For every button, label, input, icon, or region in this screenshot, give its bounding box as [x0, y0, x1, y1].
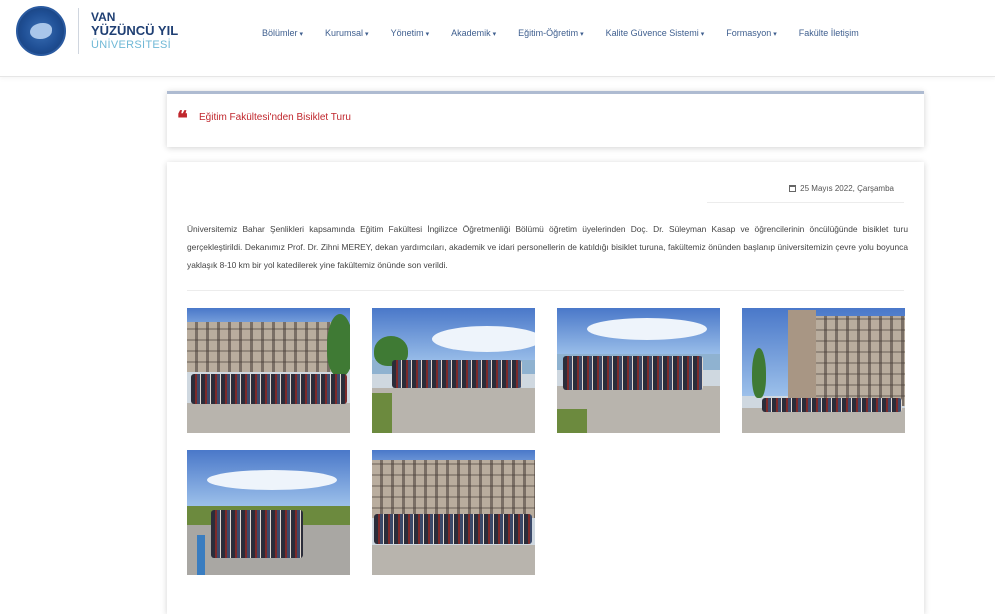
nav-label: Yönetim — [390, 28, 424, 38]
photo-cyclists — [211, 510, 303, 558]
nav-item-kurumsal[interactable]: Kurumsal ▾ — [325, 28, 369, 38]
quote-icon: ❝ — [177, 106, 188, 130]
photo-ground — [372, 545, 535, 575]
gallery-photo-4[interactable] — [742, 308, 905, 433]
photo-tree — [327, 314, 350, 376]
nav-label: Fakülte İletişim — [798, 28, 859, 38]
calendar-icon — [789, 185, 797, 192]
nav-item-yonetim[interactable]: Yönetim ▾ — [391, 28, 430, 38]
photo-barrier — [197, 535, 205, 575]
logo-line-3: ÜNİVERSİTESİ — [91, 39, 172, 51]
photo-ground — [187, 403, 350, 433]
photo-tree — [752, 348, 766, 398]
photo-building — [187, 322, 337, 372]
chevron-down-icon: ▾ — [700, 31, 705, 38]
gallery-photo-6[interactable] — [372, 450, 535, 575]
nav-item-kalite-guvence[interactable]: Kalite Güvence Sistemi ▾ — [606, 28, 705, 38]
nav-item-akademik[interactable]: Akademik ▾ — [451, 28, 496, 38]
logo-divider — [78, 8, 79, 54]
logo-emblem-icon — [16, 6, 66, 56]
photo-crowd — [374, 514, 532, 544]
article-title: Eğitim Fakültesi'nden Bisiklet Turu — [199, 112, 351, 123]
logo-line-1: VAN — [91, 10, 116, 24]
nav-item-bolumler[interactable]: Bölümler ▾ — [262, 28, 303, 38]
photo-grass — [557, 409, 587, 433]
logo-text: VAN YÜZÜNCÜ YIL ÜNİVERSİTESİ — [91, 10, 178, 52]
photo-ground — [372, 388, 535, 433]
nav-label: Formasyon — [726, 28, 772, 38]
photo-crowd — [392, 360, 522, 388]
gallery-photo-3[interactable] — [557, 308, 720, 433]
photo-crowd — [191, 374, 347, 404]
chevron-down-icon: ▾ — [492, 31, 497, 38]
gallery-photo-2[interactable] — [372, 308, 535, 433]
photo-cloud — [432, 326, 535, 352]
chevron-down-icon: ▾ — [299, 31, 304, 38]
article-body: Üniversitemiz Bahar Şenlikleri kapsamınd… — [187, 224, 908, 270]
article-date-text: 25 Mayıs 2022, Çarşamba — [800, 184, 894, 193]
nav-label: Bölümler — [262, 28, 298, 38]
nav-label: Kalite Güvence Sistemi — [605, 28, 699, 38]
chevron-down-icon: ▾ — [773, 31, 777, 38]
photo-crowd — [762, 398, 902, 412]
nav-item-formasyon[interactable]: Formasyon ▾ — [726, 28, 777, 38]
main-nav: Bölümler ▾ Kurumsal ▾ Yönetim ▾ Akademik ▾ E… — [262, 28, 881, 38]
chevron-down-icon: ▾ — [580, 31, 584, 38]
article-title-box: ❝ Eğitim Fakültesi'nden Bisiklet Turu — [167, 91, 924, 147]
date-divider — [707, 202, 904, 203]
content-divider — [187, 290, 904, 291]
photo-cloud — [207, 470, 337, 490]
photo-crowd — [563, 356, 703, 390]
nav-label: Eğitim-Öğretim — [518, 28, 579, 38]
chevron-down-icon: ▾ — [365, 31, 369, 38]
article-date: 25 Mayıs 2022, Çarşamba — [789, 184, 894, 193]
photo-tower — [788, 310, 816, 406]
chevron-down-icon: ▾ — [425, 31, 430, 38]
gallery-photo-5[interactable] — [187, 450, 350, 575]
nav-label: Kurumsal — [325, 28, 364, 38]
article-content: 25 Mayıs 2022, Çarşamba Üniversitemiz Ba… — [167, 162, 924, 614]
photo-building — [816, 316, 905, 406]
gallery-photo-1[interactable] — [187, 308, 350, 433]
nav-item-egitim-ogretim[interactable]: Eğitim-Öğretim ▾ — [518, 28, 584, 38]
photo-cloud — [587, 318, 707, 340]
nav-item-fakulte-iletisim[interactable]: Fakülte İletişim — [799, 28, 859, 38]
photo-building — [372, 460, 535, 518]
site-header: VAN YÜZÜNCÜ YIL ÜNİVERSİTESİ Bölümler ▾ K… — [0, 0, 995, 77]
logo-line-2: YÜZÜNCÜ YIL — [91, 23, 179, 38]
nav-label: Akademik — [451, 28, 491, 38]
university-logo[interactable]: VAN YÜZÜNCÜ YIL ÜNİVERSİTESİ — [16, 6, 178, 56]
photo-grass — [372, 393, 392, 433]
